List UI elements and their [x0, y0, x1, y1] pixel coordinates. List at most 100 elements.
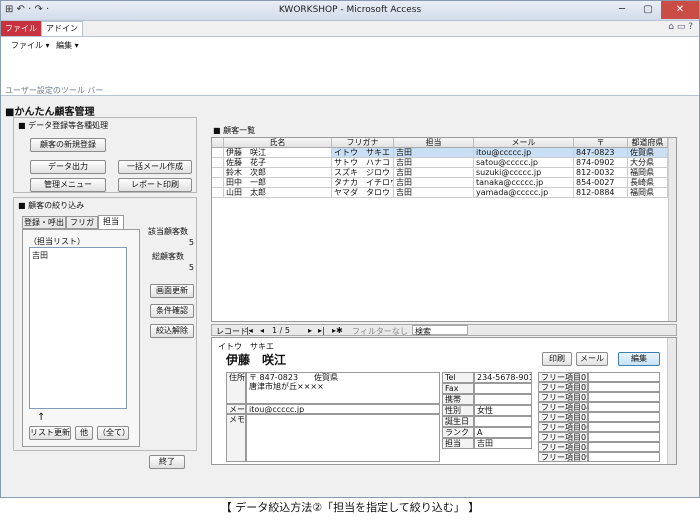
grid-cell[interactable]: itou@ccccc.jp: [474, 148, 574, 158]
detail-scrollbar[interactable]: [667, 338, 676, 464]
data-export-button[interactable]: データ出力: [30, 160, 106, 174]
grid-cell[interactable]: 847-0823: [574, 148, 628, 158]
window-controls: ─ ▢ ✕: [609, 1, 699, 19]
grid-cell[interactable]: 福岡県: [628, 188, 668, 198]
free-item-label: フリー項目03: [538, 392, 588, 402]
tab-addin[interactable]: アドイン: [41, 21, 83, 36]
column-header[interactable]: 〒: [574, 138, 628, 148]
staff-listbox[interactable]: 吉田: [29, 247, 127, 409]
grid-cell[interactable]: 吉田: [394, 168, 474, 178]
exit-button[interactable]: 終了: [149, 455, 185, 469]
clear-filter-button[interactable]: 絞込解除: [150, 324, 194, 338]
print-button[interactable]: 印刷: [542, 352, 572, 366]
grid-cell[interactable]: 大分県: [628, 158, 668, 168]
last-record-icon[interactable]: ▸|: [318, 326, 325, 335]
match-count-value: 5: [188, 238, 194, 247]
grid-cell[interactable]: suzuki@ccccc.jp: [474, 168, 574, 178]
grid-cell[interactable]: satou@ccccc.jp: [474, 158, 574, 168]
menu-edit[interactable]: 編集 ▾: [56, 41, 79, 50]
tab-register-recall[interactable]: 登録・呼出: [22, 216, 66, 229]
staff-list-caption: （担当リスト）: [29, 237, 85, 246]
grid-cell[interactable]: 吉田: [394, 188, 474, 198]
column-header[interactable]: メール: [474, 138, 574, 148]
field-value: [474, 394, 532, 405]
next-record-icon[interactable]: ▸: [308, 326, 312, 335]
free-item-label: フリー項目07: [538, 432, 588, 442]
all-button[interactable]: （全て）: [97, 426, 129, 440]
memo-label: メモ: [226, 414, 246, 462]
grid-cell[interactable]: サトウ ハナコ: [332, 158, 394, 168]
free-item-label: フリー項目05: [538, 412, 588, 422]
column-header[interactable]: 担当: [394, 138, 474, 148]
edit-button[interactable]: 編集: [618, 352, 660, 366]
grid-cell[interactable]: 佐賀県: [628, 148, 668, 158]
grid-cell[interactable]: 812-0032: [574, 168, 628, 178]
search-box[interactable]: 検索: [412, 325, 468, 336]
grid-cell[interactable]: yamada@ccccc.jp: [474, 188, 574, 198]
free-item-value: [588, 372, 660, 382]
menu-file[interactable]: ファイル ▾: [11, 41, 50, 50]
minimize-icon[interactable]: ─: [609, 1, 635, 19]
free-item-label: フリー項目09: [538, 452, 588, 462]
row-selector[interactable]: [212, 168, 224, 178]
list-item[interactable]: 吉田: [32, 250, 48, 261]
customer-grid[interactable]: 氏名 フリガナ 担当 メール 〒 都道府県 伊藤 咲江 イトウ サキエ 吉田 i…: [211, 137, 677, 322]
grid-cell[interactable]: 山田 太郎: [224, 188, 332, 198]
row-selector[interactable]: [212, 178, 224, 188]
row-selector[interactable]: [212, 148, 224, 158]
grid-cell[interactable]: 鈴木 次郎: [224, 168, 332, 178]
admin-menu-button[interactable]: 管理メニュー: [30, 178, 106, 192]
row-selector-header: [212, 138, 224, 148]
grid-cell[interactable]: tanaka@ccccc.jp: [474, 178, 574, 188]
mail-button[interactable]: メール: [576, 352, 608, 366]
report-print-button[interactable]: レポート印刷: [118, 178, 192, 192]
new-record-icon[interactable]: ▸✱: [332, 326, 343, 335]
grid-cell[interactable]: 874-0902: [574, 158, 628, 168]
maximize-icon[interactable]: ▢: [635, 1, 661, 19]
grid-cell[interactable]: ヤマダ タロウ: [332, 188, 394, 198]
bulk-mail-button[interactable]: 一括メール作成: [118, 160, 192, 174]
refresh-screen-button[interactable]: 画面更新: [150, 284, 194, 298]
grid-cell[interactable]: スズキ ジロウ: [332, 168, 394, 178]
record-navigation: レコード: |◂ ◂ 1 / 5 ▸ ▸| ▸✱ フィルターなし 検索: [211, 324, 677, 336]
title-bar: ⊞ ↶ · ↷ · KWORKSHOP - Microsoft Access ─…: [1, 1, 699, 21]
new-customer-button[interactable]: 顧客の新規登録: [30, 138, 106, 152]
record-position[interactable]: 1 / 5: [272, 326, 290, 335]
grid-cell[interactable]: 福岡県: [628, 168, 668, 178]
column-header[interactable]: 氏名: [224, 138, 332, 148]
grid-cell[interactable]: 吉田: [394, 178, 474, 188]
grid-cell[interactable]: 長崎県: [628, 178, 668, 188]
processing-panel: ■ データ登録等各種処理 顧客の新規登録 データ出力 一括メール作成 管理メニュ…: [13, 117, 197, 193]
grid-cell[interactable]: 田中 一郎: [224, 178, 332, 188]
grid-cell[interactable]: 854-0027: [574, 178, 628, 188]
free-item-value: [588, 382, 660, 392]
tab-staff[interactable]: 担当: [98, 215, 124, 229]
row-selector[interactable]: [212, 158, 224, 168]
prev-record-icon[interactable]: ◂: [260, 326, 264, 335]
tab-file[interactable]: ファイル: [1, 21, 41, 36]
mail-label: メール: [226, 404, 246, 414]
other-button[interactable]: 他: [75, 426, 93, 440]
first-record-icon[interactable]: |◂: [246, 326, 253, 335]
tab-furigana[interactable]: フリガナ: [66, 216, 98, 238]
column-header[interactable]: 都道府県: [628, 138, 668, 148]
grid-cell[interactable]: 吉田: [394, 148, 474, 158]
grid-cell[interactable]: 812-0884: [574, 188, 628, 198]
filter-status[interactable]: フィルターなし: [352, 326, 408, 337]
close-icon[interactable]: ✕: [661, 1, 699, 19]
grid-scrollbar[interactable]: [668, 138, 676, 321]
row-selector[interactable]: [212, 188, 224, 198]
grid-cell[interactable]: 佐藤 花子: [224, 158, 332, 168]
grid-cell[interactable]: 伊藤 咲江: [224, 148, 332, 158]
field-label: 携帯: [442, 394, 474, 405]
list-refresh-button[interactable]: リスト更新: [29, 426, 71, 440]
ribbon-controls[interactable]: ⌂ ▭ ?: [668, 22, 693, 32]
free-item-value: [588, 392, 660, 402]
free-item-value: [588, 402, 660, 412]
grid-cell[interactable]: 吉田: [394, 158, 474, 168]
check-conditions-button[interactable]: 条件確認: [150, 304, 194, 318]
grid-cell[interactable]: タナカ イチロウ: [332, 178, 394, 188]
grid-cell[interactable]: イトウ サキエ: [332, 148, 394, 158]
column-header[interactable]: フリガナ: [332, 138, 394, 148]
free-item-label: フリー項目06: [538, 422, 588, 432]
